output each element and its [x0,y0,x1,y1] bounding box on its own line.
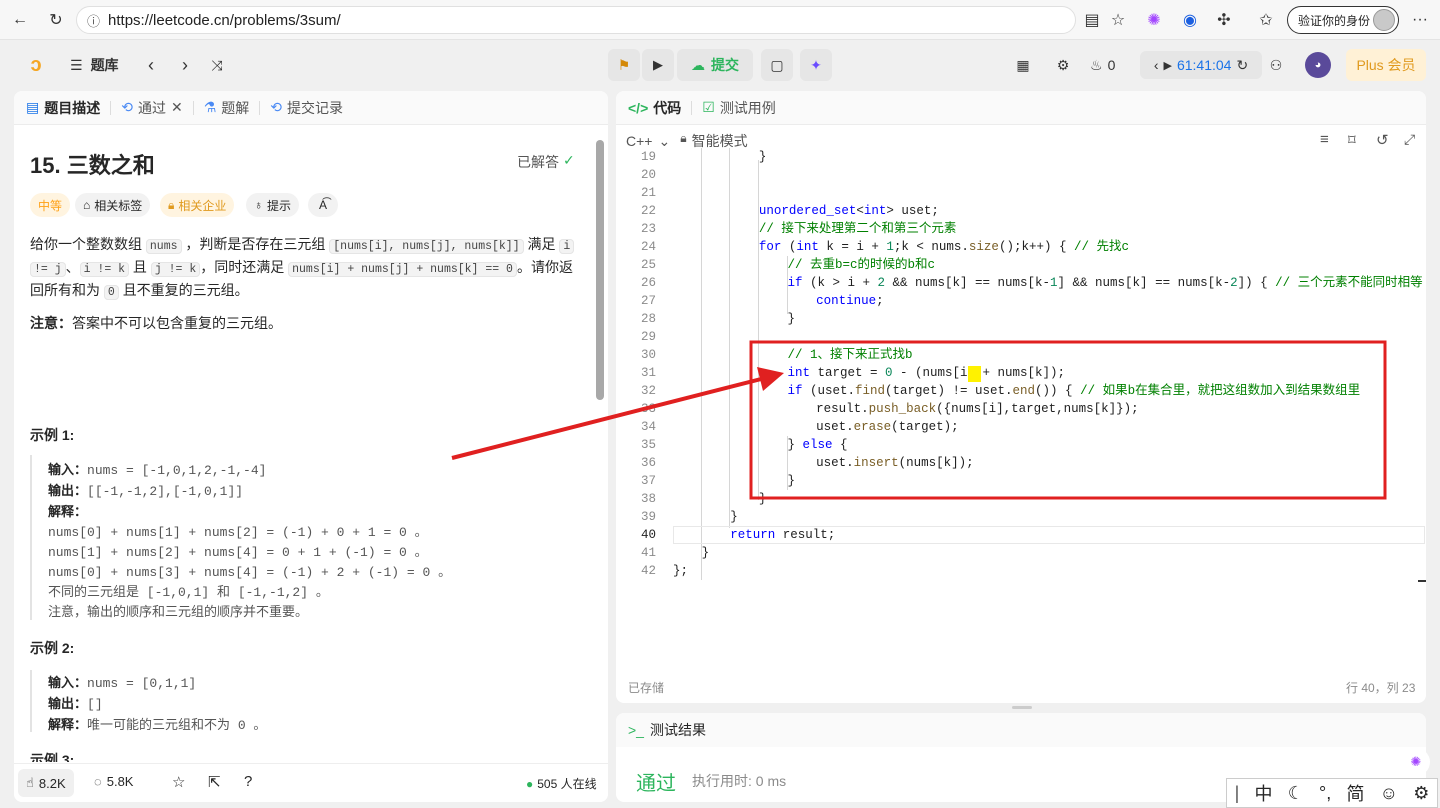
ime-handle[interactable]: | [1235,783,1240,804]
result-status: 通过 [636,773,676,795]
test-result-header[interactable]: >_ 测试结果 [616,713,1426,747]
runtime: 执行用时: 0 ms [692,773,787,789]
ime-language[interactable]: 中 [1254,780,1272,806]
highlight-rectangle [749,340,1387,500]
annotation-arrow-line [451,376,766,460]
ime-settings-icon[interactable]: ⚙ [1413,783,1429,804]
panel-resize-handle[interactable] [1012,706,1032,709]
annotation-overlay [451,340,1387,500]
ime-toolbar: | 中 ☾ °, 简 ☺ ⚙ [1226,778,1438,808]
ime-punctuation[interactable]: °, [1319,783,1331,804]
ai-assistant-icon[interactable]: ✺ [1402,748,1430,776]
annotation-arrow-head [757,367,784,391]
emoji-icon[interactable]: ☺ [1380,783,1398,804]
terminal-icon: >_ [628,722,644,738]
ime-simplified[interactable]: 简 [1346,780,1364,806]
moon-icon[interactable]: ☾ [1288,783,1304,804]
test-result-title: 测试结果 [649,722,706,738]
